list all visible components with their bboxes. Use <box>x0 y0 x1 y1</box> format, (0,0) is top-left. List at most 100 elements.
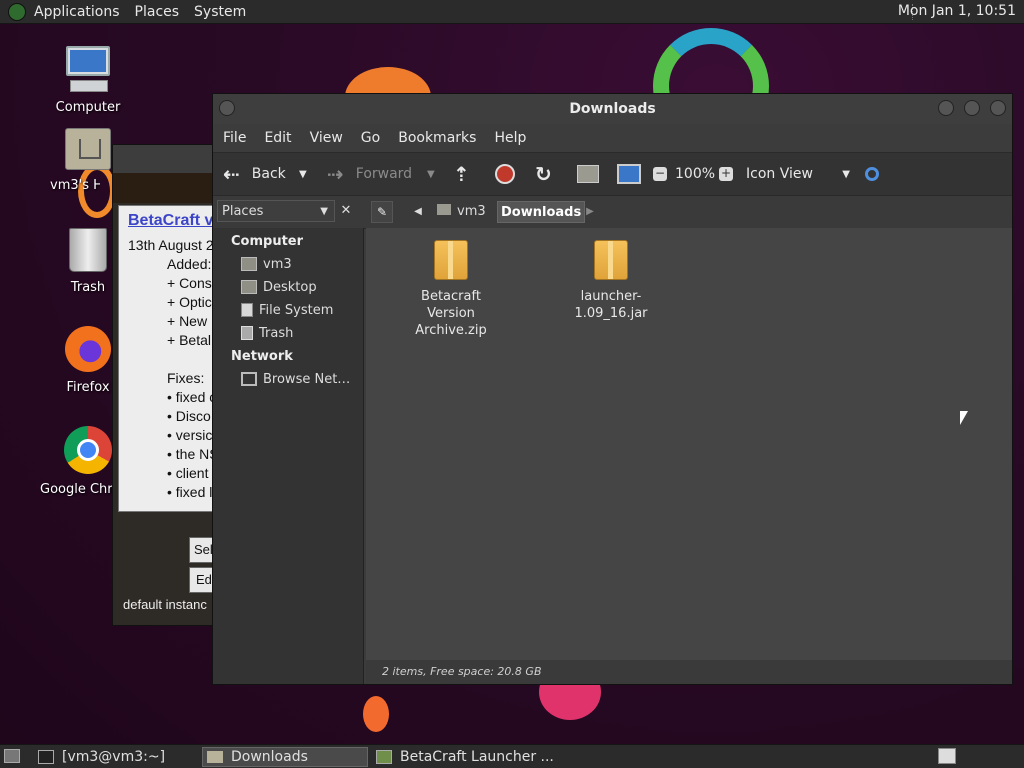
path-button-vm3[interactable]: vm3 <box>433 201 490 223</box>
computer-icon <box>64 46 112 92</box>
zoom-in-button[interactable]: + <box>719 153 733 195</box>
zoom-out-icon: − <box>653 166 667 181</box>
changelog-line: • versic <box>167 427 213 443</box>
computer-button[interactable] <box>617 153 641 195</box>
desktop-icon-label: vm3's Home <box>50 178 100 193</box>
path-button-downloads[interactable]: Downloads <box>497 201 586 223</box>
changelog-line: Added: <box>167 256 212 272</box>
places-menu[interactable]: Places <box>135 4 180 20</box>
desktop-icon-label: Computer <box>55 100 121 115</box>
minimize-button[interactable] <box>938 100 954 116</box>
sidebar-item-file-system[interactable]: File System <box>241 300 359 320</box>
changelog-line: • client <box>167 465 209 481</box>
file-item[interactable]: Betacraft Version Archive.zip <box>386 240 516 339</box>
forward-label: Forward <box>355 166 413 182</box>
sidebar-select[interactable]: Places ▼ <box>217 200 335 222</box>
zoom-in-icon: + <box>719 166 733 181</box>
computer-icon <box>617 164 641 184</box>
sidebar-item-label: Browse Net… <box>263 371 351 387</box>
up-button[interactable]: ⇡ <box>453 153 470 195</box>
toggle-location-entry-button[interactable]: ✎ <box>371 201 393 223</box>
menu-help[interactable]: Help <box>494 130 526 146</box>
taskbar-label: Downloads <box>231 749 308 765</box>
back-button[interactable]: ⇠ Back <box>223 153 286 195</box>
zoom-level[interactable]: 100% <box>675 153 715 195</box>
betacraft-launcher-window[interactable]: BetaCraft v 13th August 2 Added: + Cons … <box>112 144 218 626</box>
chevron-down-icon: ▼ <box>320 206 328 217</box>
window-titlebar[interactable]: Downloads <box>213 94 1012 124</box>
path-label: Downloads <box>501 205 582 220</box>
forward-arrow-icon: ⇢ <box>327 162 344 186</box>
desktop-folder-icon <box>241 280 257 294</box>
trash-icon <box>69 228 107 272</box>
forward-history-dropdown[interactable]: ▼ <box>427 153 435 195</box>
applications-menu[interactable]: Applications <box>34 4 120 20</box>
menu-edit[interactable]: Edit <box>264 130 291 146</box>
top-panel: Applications Places System Mon Jan 1, 10… <box>0 0 1024 24</box>
forward-button[interactable]: ⇢ Forward <box>327 153 412 195</box>
changelog-line: 13th August 2 <box>128 237 214 253</box>
search-button[interactable] <box>865 153 879 195</box>
zoom-out-button[interactable]: − <box>653 153 667 195</box>
sidebar-item-trash[interactable]: Trash <box>241 323 359 343</box>
places-sidebar: Computer vm3 Desktop File System Trash N… <box>213 228 364 684</box>
changelog-line: Fixes: <box>167 370 205 386</box>
changelog-line <box>119 350 217 369</box>
window-titlebar[interactable] <box>113 145 217 173</box>
sidebar-item-label: File System <box>259 302 334 318</box>
java-app-icon <box>376 750 392 764</box>
back-label: Back <box>251 166 286 182</box>
show-desktop-icon[interactable] <box>4 749 20 763</box>
window-menu-button[interactable] <box>219 100 235 116</box>
stop-button[interactable] <box>495 153 515 195</box>
home-button[interactable] <box>577 153 599 195</box>
changelog-line: • Disco <box>167 408 211 424</box>
mouse-cursor <box>960 411 968 425</box>
toolbar: ⇠ Back ▼ ⇢ Forward ▼ ⇡ ↻ − 100% + Icon V… <box>213 152 1012 196</box>
bottom-panel: [vm3@vm3:~] Downloads BetaCraft Launcher… <box>0 744 1024 768</box>
taskbar-item-downloads[interactable]: Downloads <box>202 747 368 767</box>
clock[interactable]: Mon Jan 1, 10:51 <box>898 3 1016 19</box>
edit-icon: ✎ <box>376 205 388 219</box>
search-icon <box>865 167 879 181</box>
decor-blob-small <box>363 696 389 732</box>
changelog-line: • the NS <box>167 446 218 462</box>
distro-logo-icon[interactable] <box>8 2 26 21</box>
path-scroll-left-button[interactable]: ◀ <box>407 201 429 223</box>
file-name: launcher-1.09_16.jar <box>574 289 648 321</box>
taskbar-item-terminal[interactable]: [vm3@vm3:~] <box>38 747 198 767</box>
view-mode-select[interactable]: Icon View ▼ <box>746 153 850 195</box>
taskbar-label: BetaCraft Launcher ... <box>400 749 554 765</box>
desktop-icon-computer[interactable]: Computer <box>40 46 136 115</box>
file-icon-view[interactable]: Betacraft Version Archive.zip launcher-1… <box>366 228 1012 660</box>
taskbar-item-betacraft[interactable]: BetaCraft Launcher ... <box>376 747 556 767</box>
menu-bookmarks[interactable]: Bookmarks <box>398 130 476 146</box>
file-name: Betacraft Version Archive.zip <box>415 289 487 338</box>
sidebar-item-vm3[interactable]: vm3 <box>241 254 359 274</box>
firefox-icon <box>65 326 111 372</box>
menu-file[interactable]: File <box>223 130 246 146</box>
menu-view[interactable]: View <box>310 130 343 146</box>
reload-button[interactable]: ↻ <box>535 153 552 195</box>
changelog-line: + New <box>167 313 208 329</box>
system-menu[interactable]: System <box>194 4 246 20</box>
path-scroll-right-button[interactable]: ▶ <box>581 201 599 223</box>
changelog-line: + Betal <box>167 332 211 348</box>
view-mode-value: Icon View <box>746 166 813 182</box>
changelog-line: • fixed l <box>167 484 213 500</box>
maximize-button[interactable] <box>964 100 980 116</box>
folder-icon <box>207 751 223 763</box>
sidebar-item-browse-network[interactable]: Browse Net… <box>241 369 359 389</box>
sidebar-item-desktop[interactable]: Desktop <box>241 277 359 297</box>
taskbar-label: [vm3@vm3:~] <box>62 749 166 765</box>
file-item[interactable]: launcher-1.09_16.jar <box>546 240 676 322</box>
file-manager-window[interactable]: Downloads File Edit View Go Bookmarks He… <box>212 93 1013 685</box>
changelog-title[interactable]: BetaCraft v <box>119 206 217 236</box>
close-button[interactable] <box>990 100 1006 116</box>
close-sidebar-button[interactable]: ✕ <box>337 200 355 222</box>
close-icon: ✕ <box>340 203 352 218</box>
menubar: File Edit View Go Bookmarks Help <box>213 124 1012 152</box>
menu-go[interactable]: Go <box>361 130 380 146</box>
workspace-switcher[interactable] <box>938 748 956 764</box>
back-history-dropdown[interactable]: ▼ <box>299 153 307 195</box>
